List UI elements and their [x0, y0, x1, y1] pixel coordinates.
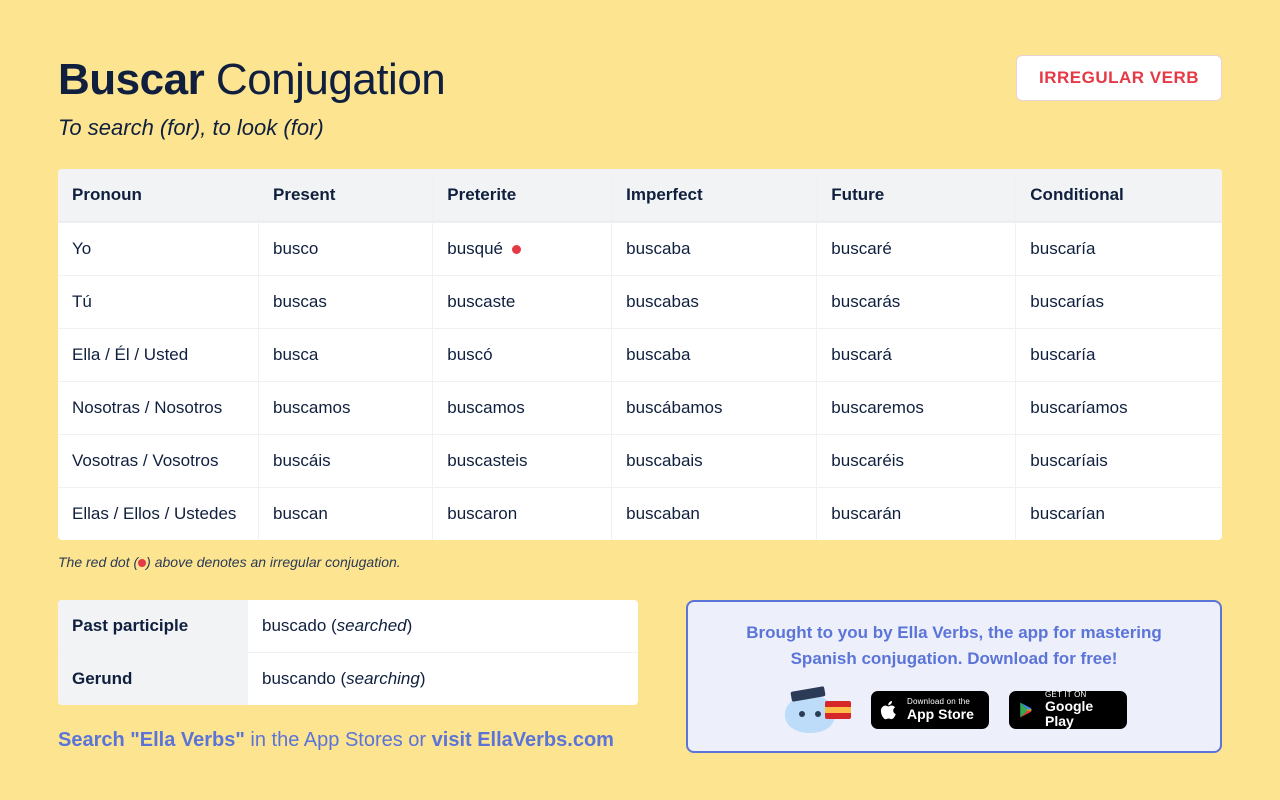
title-suffix: Conjugation [216, 55, 445, 104]
cell-pronoun: Vosotras / Vosotros [58, 434, 258, 487]
cell-pronoun: Ella / Él / Usted [58, 328, 258, 381]
cell-imperfect: buscábamos [611, 381, 816, 434]
search-cta: Search "Ella Verbs" in the App Stores or… [58, 729, 638, 752]
past-participle-label: Past participle [58, 600, 248, 652]
cell-present: buscáis [258, 434, 432, 487]
table-row: Yobuscobusqué buscababuscarébuscaría [58, 222, 1222, 275]
cell-preterite: busqué [432, 222, 611, 275]
irregular-badge: IRREGULAR VERB [1016, 55, 1222, 101]
col-header: Imperfect [611, 169, 816, 222]
col-header: Conditional [1015, 169, 1222, 222]
cell-present: buscas [258, 275, 432, 328]
cell-pronoun: Yo [58, 222, 258, 275]
cell-preterite: buscamos [432, 381, 611, 434]
apple-icon [880, 700, 898, 720]
table-row: Ellas / Ellos / Ustedesbuscanbuscaronbus… [58, 487, 1222, 540]
cell-present: buscan [258, 487, 432, 540]
forms-table: Past participle buscado (searched) Gerun… [58, 600, 638, 705]
cell-imperfect: buscaban [611, 487, 816, 540]
cell-pronoun: Nosotras / Nosotros [58, 381, 258, 434]
col-header: Preterite [432, 169, 611, 222]
cell-conditional: buscaría [1015, 328, 1222, 381]
cell-conditional: buscaría [1015, 222, 1222, 275]
promo-text: Brought to you by Ella Verbs, the app fo… [716, 620, 1192, 673]
table-row: Ella / Él / Ustedbuscabuscóbuscababuscar… [58, 328, 1222, 381]
past-participle-value: buscado (searched) [248, 600, 638, 652]
conjugation-table: PronounPresentPreteriteImperfectFutureCo… [58, 169, 1222, 540]
red-dot-icon [138, 559, 146, 567]
verb-name: Buscar [58, 55, 204, 104]
col-header: Pronoun [58, 169, 258, 222]
cell-preterite: buscaste [432, 275, 611, 328]
table-row: Vosotras / Vosotrosbuscáisbuscasteisbusc… [58, 434, 1222, 487]
cell-conditional: buscarías [1015, 275, 1222, 328]
verb-translation: To search (for), to look (for) [58, 115, 445, 141]
google-play-button[interactable]: GET IT ON Google Play [1009, 691, 1127, 729]
page-title: Buscar Conjugation [58, 55, 445, 105]
cell-imperfect: buscabais [611, 434, 816, 487]
cell-imperfect: buscaba [611, 222, 816, 275]
gerund-value: buscando (searching) [248, 652, 638, 705]
table-row: Túbuscasbuscastebuscabasbuscarásbuscaría… [58, 275, 1222, 328]
cell-imperfect: buscaba [611, 328, 816, 381]
table-row: Nosotras / Nosotrosbuscamosbuscamosbuscá… [58, 381, 1222, 434]
cell-preterite: buscaron [432, 487, 611, 540]
cell-future: buscaremos [816, 381, 1015, 434]
col-header: Future [816, 169, 1015, 222]
cell-future: buscarás [816, 275, 1015, 328]
gerund-label: Gerund [58, 652, 248, 705]
cell-conditional: buscarían [1015, 487, 1222, 540]
app-store-button[interactable]: Download on the App Store [871, 691, 989, 729]
mascot-icon [781, 687, 851, 733]
cell-future: buscarán [816, 487, 1015, 540]
cell-present: busco [258, 222, 432, 275]
cell-preterite: buscó [432, 328, 611, 381]
footnote: The red dot () above denotes an irregula… [58, 554, 1222, 570]
cell-future: buscará [816, 328, 1015, 381]
cell-future: buscaréis [816, 434, 1015, 487]
cell-conditional: buscaríamos [1015, 381, 1222, 434]
cell-present: buscamos [258, 381, 432, 434]
google-play-icon [1018, 700, 1036, 720]
cell-future: buscaré [816, 222, 1015, 275]
cell-present: busca [258, 328, 432, 381]
cell-preterite: buscasteis [432, 434, 611, 487]
promo-box: Brought to you by Ella Verbs, the app fo… [686, 600, 1222, 753]
cell-conditional: buscaríais [1015, 434, 1222, 487]
cell-pronoun: Tú [58, 275, 258, 328]
col-header: Present [258, 169, 432, 222]
irregular-dot-icon [512, 245, 521, 254]
cell-pronoun: Ellas / Ellos / Ustedes [58, 487, 258, 540]
cell-imperfect: buscabas [611, 275, 816, 328]
